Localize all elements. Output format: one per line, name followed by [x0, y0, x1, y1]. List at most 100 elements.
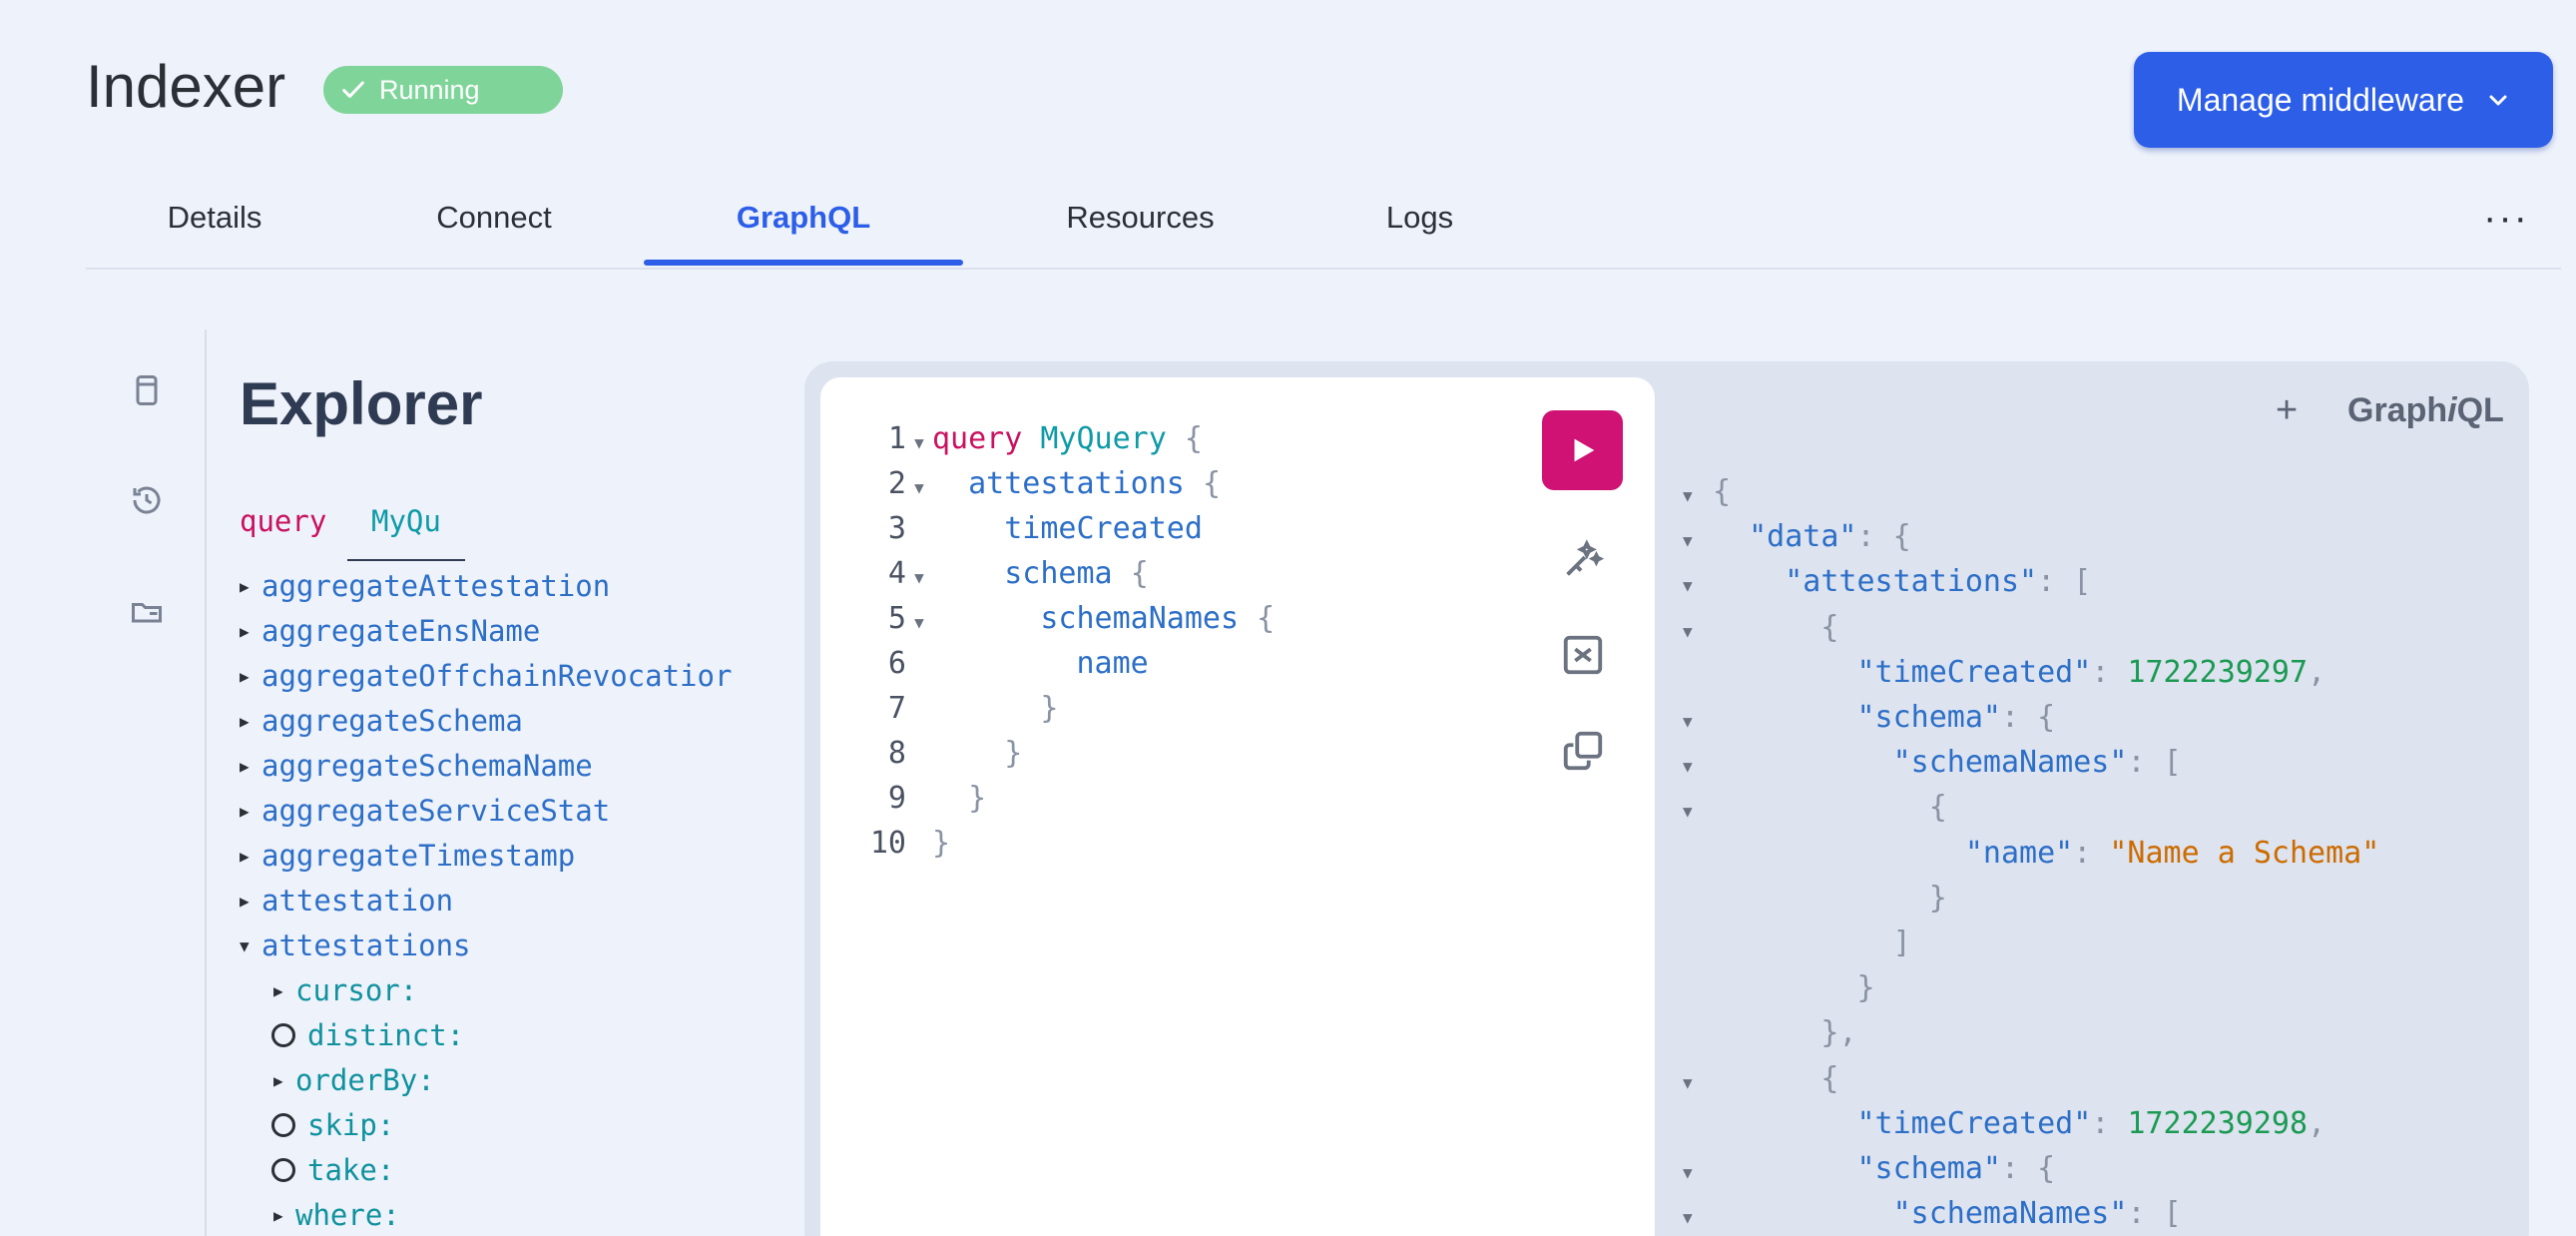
editor-line[interactable]: 2 ▼ attestations { [868, 466, 1221, 501]
explorer-arg[interactable]: distinct: [271, 1018, 464, 1052]
tab-divider [86, 268, 2561, 270]
chevron-down-icon [2489, 95, 2507, 106]
result-line: ▼ "schemaNames": [ [1683, 1196, 2182, 1231]
editor-line[interactable]: 9 } [868, 781, 986, 816]
merge-fragments-icon[interactable] [1559, 631, 1607, 679]
graphiql-logo[interactable]: GraphiQL [2347, 391, 2504, 430]
run-query-button[interactable] [1542, 410, 1623, 490]
explorer-arg[interactable]: take: [271, 1153, 394, 1187]
folder-icon[interactable] [124, 589, 170, 635]
manage-middleware-button[interactable]: Manage middleware [2134, 52, 2553, 148]
radio-circle-icon[interactable] [271, 1158, 295, 1182]
line-number: 4 [869, 556, 906, 591]
fold-caret-icon[interactable]: ▼ [1683, 622, 1713, 641]
editor-line[interactable]: 10} [868, 826, 950, 861]
explorer-title: Explorer [240, 370, 483, 437]
editor-line[interactable]: 6 name [868, 646, 1149, 681]
explorer-arg[interactable]: ▶ orderBy: [273, 1063, 435, 1097]
fold-caret-icon[interactable]: ▼ [1683, 757, 1713, 776]
query-name-input[interactable]: MyQuery [371, 504, 441, 538]
result-text: "schemaNames": [ [1892, 1196, 2182, 1232]
tab-graphql[interactable]: GraphQL [699, 200, 908, 236]
code-text: name [1076, 646, 1149, 681]
result-text: "timeCreated": 1722239298, [1856, 1105, 2326, 1141]
fold-caret-icon[interactable]: ▼ [906, 613, 932, 632]
copy-icon[interactable] [1559, 727, 1607, 775]
code-text: attestations { [968, 466, 1221, 501]
fold-caret-icon[interactable]: ▼ [906, 433, 932, 452]
explorer-field[interactable]: ▶ aggregateSchemaName [240, 749, 593, 783]
query-keyword: query [240, 504, 327, 538]
line-number: 9 [869, 781, 906, 816]
active-tab-indicator [644, 260, 963, 266]
radio-circle-icon[interactable] [271, 1113, 295, 1137]
radio-circle-icon[interactable] [271, 1023, 295, 1047]
result-line: ▼ "attestations": [ [1683, 564, 2091, 599]
editor-line[interactable]: 1 ▼ query MyQuery { [868, 421, 1203, 456]
editor-line[interactable]: 5 ▼ schemaNames { [868, 601, 1275, 636]
tab-connect[interactable]: Connect [409, 200, 579, 236]
caret-right-icon: ▶ [240, 666, 250, 686]
fold-caret-icon[interactable]: ▼ [1683, 1208, 1713, 1227]
rail-divider [205, 329, 207, 1236]
caret-right-icon: ▶ [240, 576, 250, 596]
code-text: schema { [1004, 556, 1149, 591]
result-line: ▼ "schema": { [1683, 1151, 2055, 1186]
caret-right-icon: ▶ [240, 801, 250, 821]
explorer-field[interactable]: ▶ aggregateAttestation [240, 569, 610, 603]
caret-down-icon: ▼ [240, 935, 250, 955]
result-line: ▼ { [1683, 790, 1947, 825]
result-text: "timeCreated": 1722239297, [1856, 654, 2326, 690]
result-line: ▼ { [1683, 1061, 1838, 1096]
more-options-icon[interactable]: ··· [2483, 196, 2529, 241]
tab-details[interactable]: Details [140, 200, 289, 236]
editor-line[interactable]: 8 } [868, 736, 1022, 771]
result-line: }, [1683, 1015, 1857, 1051]
fold-caret-icon[interactable]: ▼ [906, 568, 932, 587]
result-line: "name": "Name a Schema" [1683, 836, 2379, 871]
explorer-field[interactable]: ▶ attestation [240, 884, 453, 918]
prettify-icon[interactable] [1559, 535, 1607, 583]
fold-caret-icon[interactable]: ▼ [1683, 802, 1713, 821]
fold-caret-icon[interactable]: ▼ [1683, 1163, 1713, 1182]
add-tab-icon[interactable]: + [2276, 389, 2298, 432]
line-number: 10 [869, 826, 906, 861]
explorer-field[interactable]: ▶ aggregateSchema [240, 704, 523, 738]
fold-caret-icon[interactable]: ▼ [1683, 486, 1713, 505]
result-line: "timeCreated": 1722239297, [1683, 654, 2326, 690]
explorer-field[interactable]: ▶ aggregateEnsName [240, 614, 540, 648]
explorer-field[interactable]: ▶ aggregateTimestamp [240, 839, 575, 873]
editor-line[interactable]: 3 timeCreated [868, 511, 1203, 546]
tab-logs[interactable]: Logs [1372, 200, 1467, 236]
explorer-field-expanded[interactable]: ▼ attestations [240, 928, 471, 962]
page-title: Indexer [86, 53, 286, 120]
result-text: ] [1892, 926, 1911, 960]
line-number: 3 [869, 511, 906, 546]
fold-caret-icon[interactable]: ▼ [1683, 712, 1713, 731]
result-text: }, [1820, 1015, 1857, 1051]
code-text: query MyQuery { [932, 421, 1203, 456]
tab-resources[interactable]: Resources [1048, 200, 1233, 236]
result-line: ▼ { [1683, 610, 1838, 645]
result-text: } [1928, 880, 1947, 916]
explorer-arg[interactable]: ▶ where: [273, 1198, 400, 1232]
fold-caret-icon[interactable]: ▼ [1683, 576, 1713, 595]
result-text: "schemaNames": [ [1892, 745, 2182, 781]
explorer-arg[interactable]: ▶ cursor: [273, 973, 417, 1007]
result-line: ▼ "schemaNames": [ [1683, 745, 2182, 780]
caret-right-icon: ▶ [240, 891, 250, 911]
history-icon[interactable] [124, 477, 170, 523]
line-number: 6 [869, 646, 906, 681]
result-text: { [1820, 1060, 1839, 1096]
fold-caret-icon[interactable]: ▼ [1683, 1073, 1713, 1092]
explorer-field[interactable]: ▶ aggregateServiceStat [240, 794, 610, 828]
caret-right-icon: ▶ [273, 980, 283, 1000]
explorer-arg[interactable]: skip: [271, 1108, 394, 1142]
editor-line[interactable]: 7 } [868, 691, 1059, 726]
doc-icon[interactable] [124, 367, 170, 413]
fold-caret-icon[interactable]: ▼ [906, 478, 932, 497]
result-text: "data": { [1749, 519, 1911, 555]
fold-caret-icon[interactable]: ▼ [1683, 531, 1713, 550]
explorer-field[interactable]: ▶ aggregateOffchainRevocatior [240, 659, 732, 693]
editor-line[interactable]: 4 ▼ schema { [868, 556, 1149, 591]
